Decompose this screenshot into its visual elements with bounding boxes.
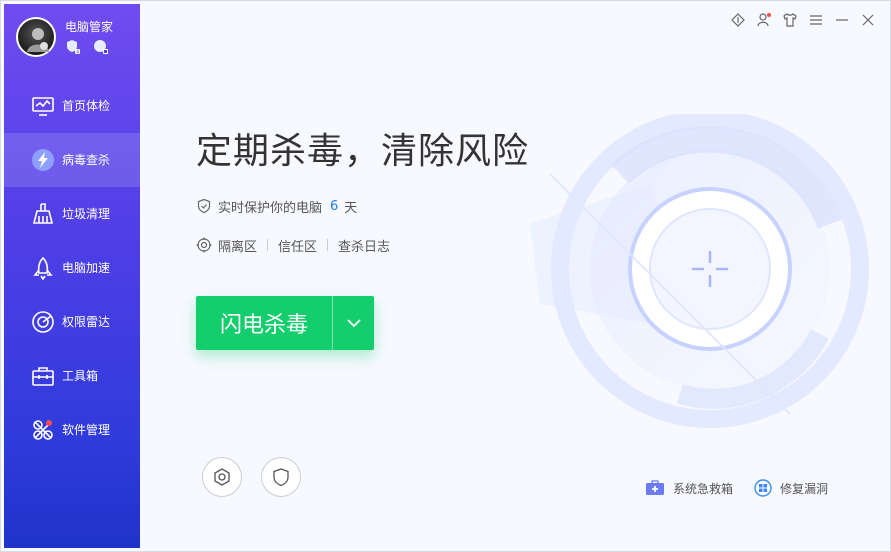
sidebar-item-label: 工具箱 <box>62 369 99 383</box>
skin-diamond-icon[interactable] <box>728 10 748 30</box>
toolbox-icon <box>31 364 55 388</box>
lightning-icon <box>31 148 55 172</box>
minimize-icon[interactable] <box>832 10 852 30</box>
page-headline: 定期杀毒，清除风险 <box>196 131 530 172</box>
divider <box>267 239 269 251</box>
target-icon <box>196 237 212 253</box>
repair-vulnerabilities-label: 修复漏洞 <box>780 481 829 496</box>
sidebar-item-home-checkup[interactable]: 首页体检 <box>4 79 140 133</box>
protection-days: 6 <box>330 198 339 214</box>
avatar[interactable] <box>16 17 56 57</box>
shield-icon <box>273 468 289 487</box>
radar-background-art <box>530 114 869 428</box>
protection-unit: 天 <box>344 200 358 216</box>
app-name: 电脑管家 <box>65 20 114 34</box>
system-rescue-kit-label: 系统急救箱 <box>673 481 734 496</box>
hexagon-settings-icon <box>214 468 230 486</box>
quarantine-link[interactable]: 隔离区 <box>218 236 257 255</box>
sidebar-item-software-manager[interactable]: 软件管理 <box>4 403 140 457</box>
shield-check-icon <box>196 198 212 214</box>
apps-icon <box>31 418 55 442</box>
device-status-icon[interactable] <box>93 39 108 54</box>
protection-text: 实时保护你的电脑 <box>218 200 323 216</box>
scan-log-link[interactable]: 查杀日志 <box>338 236 390 255</box>
rocket-icon <box>31 256 55 281</box>
sidebar-nav: 首页体检 病毒查杀 垃圾清理 电脑加速 权限雷达 工具箱 软件管理 <box>4 79 140 457</box>
sidebar-item-permission-radar[interactable]: 权限雷达 <box>4 295 140 349</box>
close-icon[interactable] <box>858 10 878 30</box>
monitor-icon <box>31 94 55 118</box>
divider <box>327 239 329 251</box>
sidebar-item-junk-cleanup[interactable]: 垃圾清理 <box>4 187 140 241</box>
sidebar-item-virus-scan[interactable]: 病毒查杀 <box>4 133 140 187</box>
sidebar-item-pc-speedup[interactable]: 电脑加速 <box>4 241 140 295</box>
account-icon[interactable] <box>754 10 774 30</box>
broom-icon <box>31 202 55 226</box>
sidebar-item-label: 权限雷达 <box>62 315 111 329</box>
profile-area: 电脑管家 4 <box>4 4 140 74</box>
settings-hexagon-button[interactable] <box>202 457 242 497</box>
sidebar-item-toolbox[interactable]: 工具箱 <box>4 349 140 403</box>
app-window: 电脑管家 4 首页体检 病毒查杀 垃圾清理 电脑加速 权限雷达 工具箱 软件管理… <box>0 0 891 552</box>
sidebar-item-label: 首页体检 <box>62 99 111 113</box>
titlebar-controls <box>728 10 888 34</box>
sidebar-item-label: 病毒查杀 <box>62 153 111 167</box>
main-panel: 定期杀毒，清除风险 实时保护你的电脑 6 天 隔离区 信任区 查杀日志 闪电杀毒… <box>140 4 888 548</box>
shield-status-icon[interactable]: 4 <box>65 39 80 56</box>
sidebar: 电脑管家 4 首页体检 病毒查杀 垃圾清理 电脑加速 权限雷达 工具箱 软件管理 <box>4 4 140 548</box>
windows-repair-icon <box>754 479 772 497</box>
tshirt-icon[interactable] <box>780 10 800 30</box>
scan-options-dropdown[interactable] <box>333 296 374 350</box>
menu-icon[interactable] <box>806 10 826 30</box>
chevron-down-icon <box>346 319 361 328</box>
quick-scan-button-group: 闪电杀毒 <box>196 296 374 350</box>
system-rescue-kit-link[interactable]: 系统急救箱 <box>645 478 733 498</box>
sidebar-item-label: 垃圾清理 <box>62 207 111 221</box>
protection-shield-button[interactable] <box>261 457 301 497</box>
quick-links: 隔离区 信任区 查杀日志 <box>196 236 390 255</box>
protection-status: 实时保护你的电脑 6 天 <box>196 197 358 216</box>
sidebar-item-label: 软件管理 <box>62 423 111 437</box>
repair-vulnerabilities-link[interactable]: 修复漏洞 <box>754 478 828 498</box>
svg-text:4: 4 <box>76 50 79 56</box>
sidebar-item-label: 电脑加速 <box>62 261 111 275</box>
radar-icon <box>31 310 55 334</box>
quick-scan-button[interactable]: 闪电杀毒 <box>196 296 332 350</box>
trust-zone-link[interactable]: 信任区 <box>278 236 317 255</box>
first-aid-kit-icon <box>646 480 664 495</box>
